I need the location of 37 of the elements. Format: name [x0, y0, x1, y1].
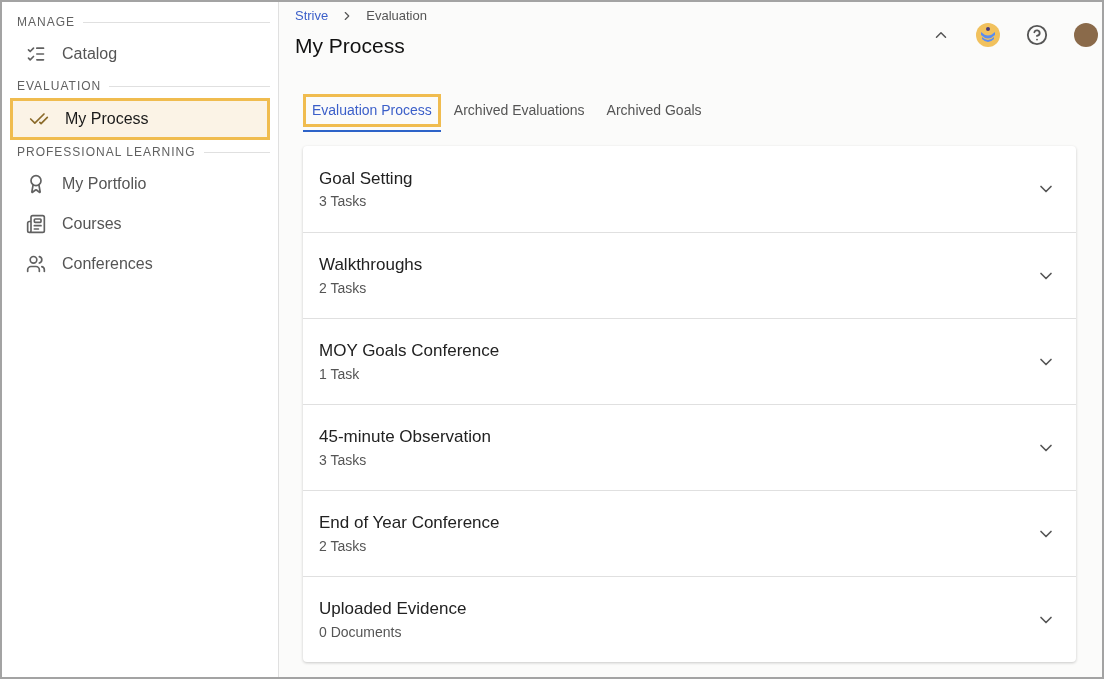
- panel-subtitle: 3 Tasks: [319, 192, 368, 212]
- sidebar-item[interactable]: My Portfolio: [10, 164, 270, 204]
- logo-icon[interactable]: [976, 23, 1000, 47]
- breadcrumb-current: Evaluation: [366, 7, 427, 25]
- people-icon: [26, 254, 46, 274]
- panel-subtitle: 1 Task: [319, 364, 361, 384]
- accordion-panel[interactable]: Uploaded Evidence 0 Documents: [303, 576, 1076, 662]
- panel-subtitle: 0 Documents: [319, 622, 403, 642]
- avatar[interactable]: [1074, 23, 1098, 47]
- panel-title: Walkthroughs: [319, 254, 423, 277]
- checklist-icon: [26, 44, 46, 64]
- panel-title: End of Year Conference: [319, 512, 500, 535]
- accordion-panel[interactable]: 45-minute Observation 3 Tasks: [303, 404, 1076, 490]
- accordion-panel[interactable]: MOY Goals Conference 1 Task: [303, 318, 1076, 404]
- panel-title: Goal Setting: [319, 167, 413, 190]
- breadcrumb-link[interactable]: Strive: [295, 6, 329, 26]
- panel-title: MOY Goals Conference: [319, 340, 500, 363]
- panel-title: 45-minute Observation: [319, 426, 491, 449]
- tab[interactable]: Archived Goals: [597, 94, 711, 132]
- section-heading: MANAGE: [17, 14, 75, 31]
- accordion-panel[interactable]: End of Year Conference 2 Tasks: [303, 490, 1076, 576]
- panel-subtitle: 3 Tasks: [319, 450, 368, 470]
- page-title: My Process: [295, 32, 406, 59]
- accordion-panel[interactable]: Goal Setting 3 Tasks: [303, 146, 1076, 232]
- tab[interactable]: Archived Evaluations: [444, 94, 594, 132]
- panel-subtitle: 2 Tasks: [319, 536, 368, 556]
- sidebar-item[interactable]: My Process: [10, 98, 270, 140]
- sidebar-item[interactable]: Catalog: [10, 34, 270, 74]
- panel-subtitle: 2 Tasks: [319, 278, 368, 298]
- help-icon[interactable]: [1026, 24, 1048, 46]
- panel-title: Uploaded Evidence: [319, 598, 467, 621]
- accordion-panel[interactable]: Walkthroughs 2 Tasks: [303, 232, 1076, 318]
- sidebar-item[interactable]: Courses: [10, 204, 270, 244]
- sidebar-item[interactable]: Conferences: [10, 244, 270, 284]
- document-stack-icon: [26, 214, 46, 234]
- section-heading: PROFESSIONAL LEARNING: [17, 144, 196, 161]
- section-heading: EVALUATION: [17, 78, 102, 95]
